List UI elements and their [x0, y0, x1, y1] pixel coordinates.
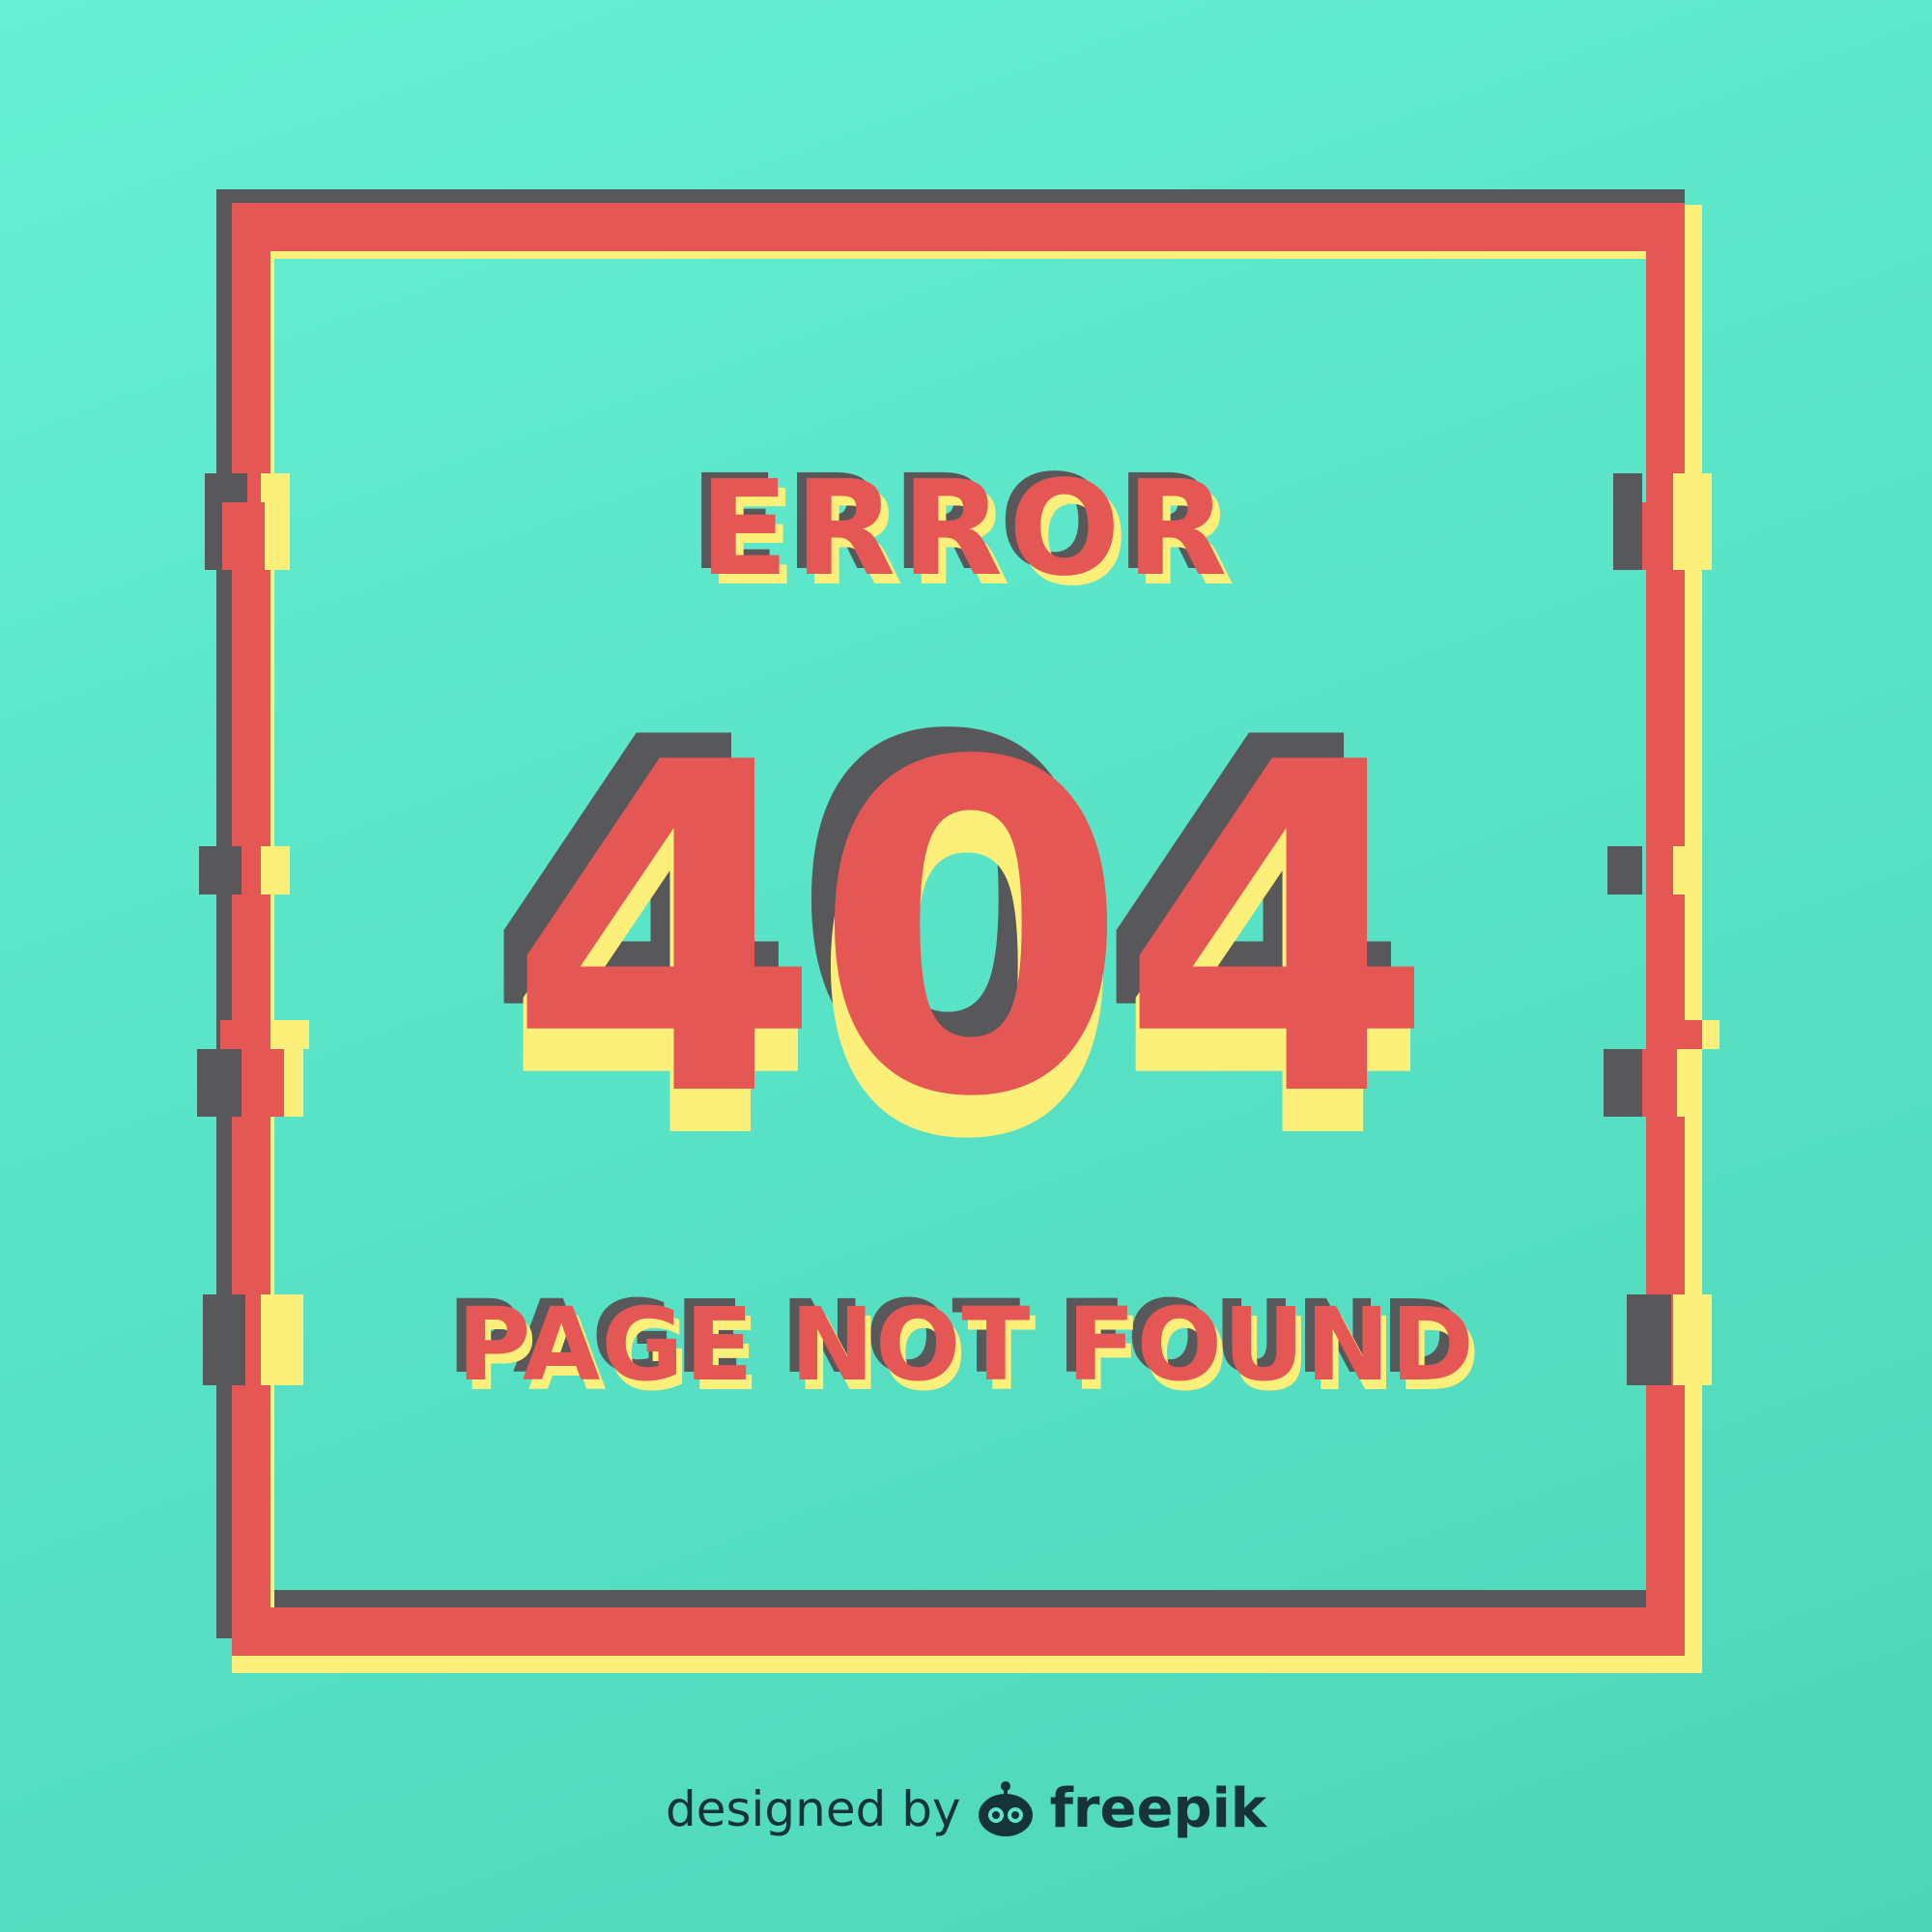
credit-prefix: designed by [665, 1780, 961, 1837]
credit-brand: freepik [1049, 1777, 1267, 1840]
error-heading-text: ERROR [698, 453, 1234, 606]
freepik-logo-icon [975, 1778, 1037, 1840]
error-page-canvas: ERROR ERROR ERROR 404 404 404 PAGE NOT F… [0, 0, 1932, 1932]
error-code: 404 404 404 [0, 668, 1932, 1208]
credit-line: designed by freepik [0, 1777, 1932, 1840]
error-message-text: PAGE NOT FOUND [457, 1286, 1475, 1404]
error-message: PAGE NOT FOUND PAGE NOT FOUND PAGE NOT F… [0, 1286, 1932, 1420]
error-code-text: 404 [506, 668, 1435, 1196]
error-heading: ERROR ERROR ERROR [0, 453, 1932, 618]
